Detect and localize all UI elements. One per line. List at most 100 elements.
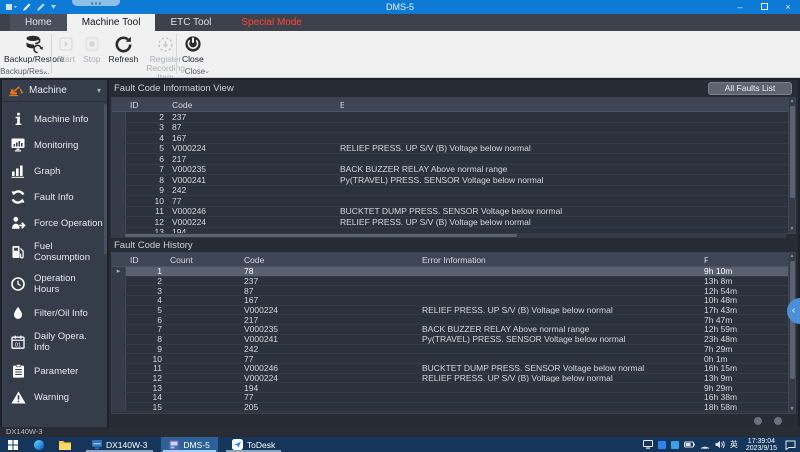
tab-special-mode[interactable]: Special Mode xyxy=(226,14,317,31)
table-row[interactable]: 7V000235BACK BUZZER RELAY Above normal r… xyxy=(112,165,795,176)
table-row[interactable]: 131949h 29m xyxy=(112,383,795,393)
sidebar-item-machine-info[interactable]: Machine Info xyxy=(2,106,107,132)
row-header-cell xyxy=(112,277,126,286)
column-header[interactable]: Count xyxy=(166,253,240,266)
close-tool-button[interactable]: Close xyxy=(178,33,208,64)
table-row[interactable]: 416710h 48m xyxy=(112,296,795,306)
taskbar-item-todesk[interactable]: ToDesk xyxy=(224,437,283,452)
fault-history-vscrollbar[interactable]: ▲ ▼ xyxy=(788,253,795,413)
table-row[interactable]: 62177h 47m xyxy=(112,315,795,325)
sidebar-item-graph[interactable]: Graph xyxy=(2,158,107,184)
sidebar-item-filter-oil-info[interactable]: Filter/Oil Info xyxy=(2,300,107,326)
close-window-button[interactable]: × xyxy=(776,0,800,14)
group-backup-label[interactable]: Backup/Res...⌄ xyxy=(0,66,50,77)
sidebar-item-force-operation[interactable]: Force Operation xyxy=(2,210,107,236)
table-cell: Py(TRAVEL) PRESS. SENSOR Voltage below n… xyxy=(418,335,700,344)
column-header[interactable]: Code xyxy=(240,253,418,266)
scroll-down-icon[interactable]: ▼ xyxy=(790,226,795,233)
sidebar-item-monitoring[interactable]: Monitoring xyxy=(2,132,107,158)
input-language-indicator[interactable]: 英 xyxy=(730,439,738,450)
sidebar-item-warning[interactable]: Warning xyxy=(2,384,107,410)
table-cell: 78 xyxy=(240,267,418,276)
network-icon[interactable] xyxy=(700,441,710,449)
notification-center-icon[interactable] xyxy=(785,440,796,450)
column-header[interactable]: ID xyxy=(126,253,166,266)
sidebar-item-fault-info[interactable]: Fault Info xyxy=(2,184,107,210)
column-header[interactable]: Error Information xyxy=(336,98,344,111)
table-row[interactable]: 10770h 1m xyxy=(112,354,795,364)
table-cell: V000235 xyxy=(168,165,336,175)
table-row[interactable]: 1077 xyxy=(112,196,795,207)
edge-icon[interactable] xyxy=(26,437,52,452)
table-row[interactable]: 9242 xyxy=(112,186,795,197)
sidebar-item-label: Fuel Consumption xyxy=(34,241,103,263)
scroll-down-icon[interactable]: ▼ xyxy=(790,406,795,413)
table-row[interactable]: 4167 xyxy=(112,133,795,144)
scroll-up-icon[interactable]: ▲ xyxy=(790,98,795,105)
tab-home[interactable]: Home xyxy=(10,14,67,31)
table-row[interactable]: 5V000224RELIEF PRESS. UP S/V (B) Voltage… xyxy=(112,306,795,316)
sidebar-item-fuel-consumption[interactable]: Fuel Consumption xyxy=(2,236,107,268)
maximize-button[interactable] xyxy=(752,0,776,14)
column-header[interactable]: Failure Time xyxy=(700,253,708,266)
row-header-cell xyxy=(112,354,126,363)
tray-monitor-icon[interactable] xyxy=(643,440,653,449)
start-button: Start xyxy=(53,33,79,64)
table-row[interactable]: 12V000224RELIEF PRESS. UP S/V (B) Voltag… xyxy=(112,217,795,228)
scrollbar-thumb[interactable] xyxy=(790,106,795,198)
table-row[interactable]: 7V000235BACK BUZZER RELAY Above normal r… xyxy=(112,325,795,335)
table-row[interactable]: ▸1789h 10m xyxy=(112,267,795,277)
group-close-label[interactable]: Close⌄ xyxy=(178,66,212,77)
table-cell: V000235 xyxy=(240,325,418,334)
taskbar-item-dms-5[interactable]: DMS-5 xyxy=(161,437,217,452)
start-button[interactable] xyxy=(0,437,26,452)
scroll-up-icon[interactable]: ▲ xyxy=(790,253,795,260)
fault-view-hscrollbar[interactable] xyxy=(111,233,786,238)
fault-history-header: IDCountCodeError InformationFailure Time xyxy=(112,253,795,267)
table-row[interactable]: 2237 xyxy=(112,112,795,123)
table-cell: 9h 10m xyxy=(700,267,795,276)
tray-todesk-icon[interactable] xyxy=(658,441,666,449)
fault-view-vscrollbar[interactable]: ▲ ▼ xyxy=(788,98,795,233)
table-cell xyxy=(418,383,700,392)
table-row[interactable]: 223713h 8m xyxy=(112,277,795,287)
table-row[interactable]: 38712h 54m xyxy=(112,286,795,296)
table-cell: RELIEF PRESS. UP S/V (B) Voltage below n… xyxy=(418,306,700,315)
droplet-icon xyxy=(10,306,26,320)
table-row[interactable]: 11V000246BUCKTET DUMP PRESS. SENSOR Volt… xyxy=(112,207,795,218)
table-row[interactable]: 387 xyxy=(112,123,795,134)
table-cell: 237 xyxy=(240,277,418,286)
sidebar-item-operation-hours[interactable]: Operation Hours xyxy=(2,268,107,300)
column-header[interactable]: Code xyxy=(168,98,336,111)
table-row[interactable]: 1520518h 58m xyxy=(112,403,795,413)
table-row[interactable]: 11V000246BUCKTET DUMP PRESS. SENSOR Volt… xyxy=(112,364,795,374)
table-row[interactable]: 8V000241Py(TRAVEL) PRESS. SENSOR Voltage… xyxy=(112,335,795,345)
minimize-button[interactable]: – xyxy=(728,0,752,14)
scrollbar-thumb[interactable] xyxy=(125,234,517,237)
table-row[interactable]: 92427h 29m xyxy=(112,345,795,355)
table-row[interactable]: 8V000241Py(TRAVEL) PRESS. SENSOR Voltage… xyxy=(112,175,795,186)
table-row[interactable]: 6217 xyxy=(112,154,795,165)
sidebar-scrollbar[interactable] xyxy=(104,104,107,254)
row-header-cell xyxy=(112,403,126,412)
tab-etc-tool[interactable]: ETC Tool xyxy=(155,14,226,31)
column-header[interactable]: ID xyxy=(126,98,168,111)
refresh-button[interactable]: Refresh xyxy=(104,33,142,64)
column-header[interactable]: Error Information xyxy=(418,253,700,266)
file-explorer-icon[interactable] xyxy=(52,437,78,452)
tab-machine-tool[interactable]: Machine Tool xyxy=(67,14,156,31)
table-row[interactable]: 147716h 38m xyxy=(112,393,795,403)
table-row[interactable]: 5V000224RELIEF PRESS. UP S/V (B) Voltage… xyxy=(112,144,795,155)
table-cell: 205 xyxy=(240,403,418,412)
speaker-icon[interactable] xyxy=(715,440,725,449)
taskbar-clock[interactable]: 17:39:04 2023/9/15 xyxy=(743,438,780,452)
battery-icon[interactable] xyxy=(684,441,695,448)
machine-selector[interactable]: Machine ▾ xyxy=(2,80,107,102)
table-row[interactable]: 12V000224RELIEF PRESS. UP S/V (B) Voltag… xyxy=(112,374,795,384)
sidebar-item-parameter[interactable]: Parameter xyxy=(2,358,107,384)
sidebar-item-daily-opera-info[interactable]: 01Daily Opera. Info xyxy=(2,326,107,358)
tray-app-icon[interactable] xyxy=(671,441,679,449)
all-faults-list-button[interactable]: All Faults List xyxy=(708,82,792,95)
taskbar-item-dx140w-3[interactable]: DX140W-3 xyxy=(84,437,155,452)
table-cell xyxy=(166,383,240,392)
